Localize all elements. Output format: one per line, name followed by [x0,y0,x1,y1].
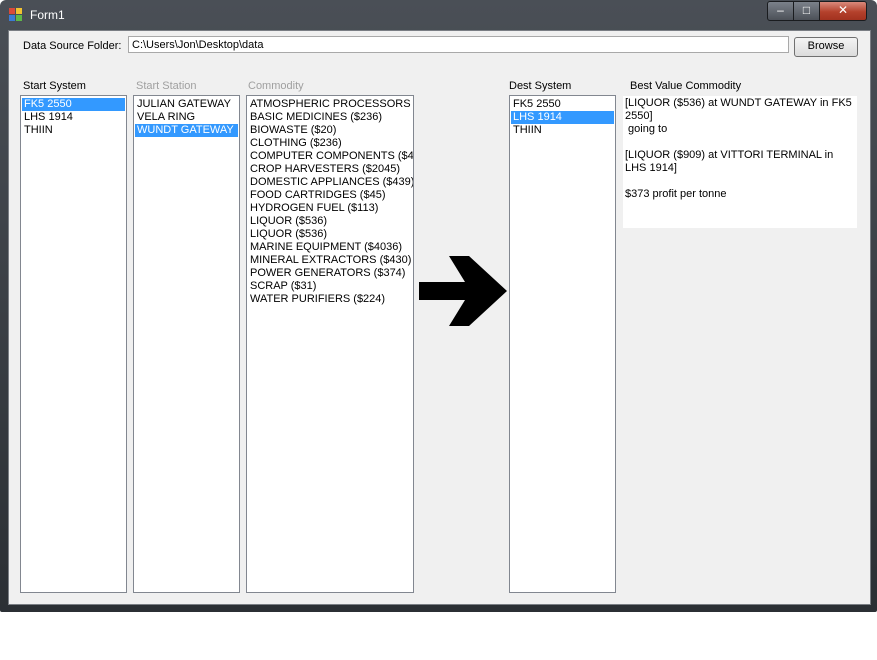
commodity-item[interactable]: SCRAP ($31) [248,280,412,293]
maximize-button[interactable]: □ [793,1,820,21]
start-station-item[interactable]: WUNDT GATEWAY [135,124,238,137]
dest-system-item[interactable]: LHS 1914 [511,111,614,124]
start-station-item[interactable]: JULIAN GATEWAY [135,98,238,111]
start-system-listbox[interactable]: FK5 2550 LHS 1914 THIIN [20,95,127,593]
commodity-item[interactable]: LIQUOR ($536) [248,228,412,241]
right-arrow-icon [419,256,507,326]
commodity-item[interactable]: WATER PURIFIERS ($224) [248,293,412,306]
dest-system-label: Dest System [509,80,572,92]
commodity-item[interactable]: DOMESTIC APPLIANCES ($439) [248,176,413,189]
title-bar[interactable]: Form1 – □ ✕ [0,0,877,30]
start-station-item[interactable]: VELA RING [135,111,238,124]
window-title: Form1 [30,8,65,22]
start-station-label: Start Station [136,80,197,92]
best-value-dest-line: [LIQUOR ($909) at VITTORI TERMINAL in LH… [625,149,834,174]
commodity-listbox[interactable]: ATMOSPHERIC PROCESSORS (BASIC MEDICINES … [246,95,414,593]
start-system-label: Start System [23,80,86,92]
browse-button[interactable]: Browse [794,37,858,57]
minimize-button[interactable]: – [767,1,794,21]
best-value-source-line: [LIQUOR ($536) at WUNDT GATEWAY in FK5 2… [625,97,852,122]
data-source-label: Data Source Folder: [23,40,122,52]
best-value-label: Best Value Commodity [630,80,742,92]
best-value-going-to: going to [625,123,668,135]
close-button[interactable]: ✕ [819,1,867,21]
commodity-item[interactable]: HYDROGEN FUEL ($113) [248,202,412,215]
commodity-label: Commodity [248,80,304,92]
start-system-item[interactable]: THIIN [22,124,125,137]
commodity-item[interactable]: LIQUOR ($536) [248,215,412,228]
commodity-item[interactable]: MINERAL EXTRACTORS ($430) [248,254,412,267]
commodity-item[interactable]: CLOTHING ($236) [248,137,412,150]
best-value-result: [LIQUOR ($536) at WUNDT GATEWAY in FK5 2… [623,96,857,228]
app-window: Form1 – □ ✕ Data Source Folder: C:\Users… [0,0,877,612]
data-source-path-input[interactable]: C:\Users\Jon\Desktop\data [128,36,789,53]
dest-system-item[interactable]: FK5 2550 [511,98,614,111]
commodity-item[interactable]: FOOD CARTRIDGES ($45) [248,189,412,202]
dest-system-listbox[interactable]: FK5 2550 LHS 1914 THIIN [509,95,616,593]
commodity-item[interactable]: COMPUTER COMPONENTS ($43 [248,150,413,163]
commodity-item[interactable]: ATMOSPHERIC PROCESSORS ( [248,98,413,111]
form-client-area: Data Source Folder: C:\Users\Jon\Desktop… [8,30,871,605]
dest-system-item[interactable]: THIIN [511,124,614,137]
app-form-icon [9,8,23,22]
best-value-profit: $373 profit per tonne [625,188,727,200]
start-system-item[interactable]: FK5 2550 [22,98,125,111]
commodity-item[interactable]: MARINE EQUIPMENT ($4036) [248,241,412,254]
start-system-item[interactable]: LHS 1914 [22,111,125,124]
commodity-item[interactable]: POWER GENERATORS ($374) [248,267,412,280]
start-station-listbox[interactable]: JULIAN GATEWAY VELA RING WUNDT GATEWAY [133,95,240,593]
commodity-item[interactable]: CROP HARVESTERS ($2045) [248,163,412,176]
commodity-item[interactable]: BASIC MEDICINES ($236) [248,111,412,124]
commodity-item[interactable]: BIOWASTE ($20) [248,124,412,137]
